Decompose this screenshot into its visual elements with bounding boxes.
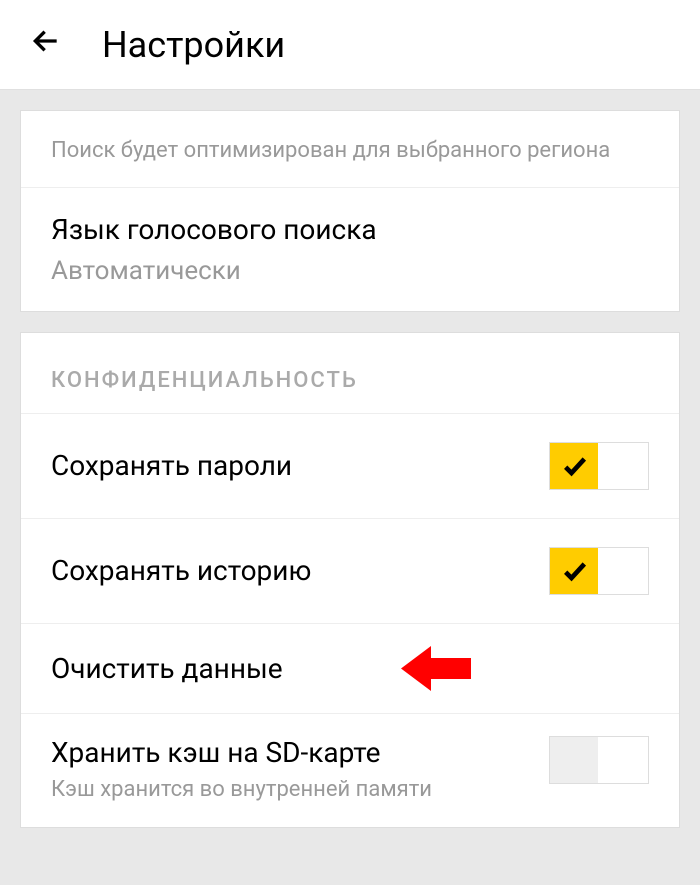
save-history-label: Сохранять историю	[51, 554, 311, 587]
save-passwords-label: Сохранять пароли	[51, 449, 292, 482]
sd-cache-toggle[interactable]	[549, 736, 649, 784]
toggle-on-indicator	[550, 443, 600, 489]
checkmark-icon	[561, 557, 589, 585]
app-header: Настройки	[0, 0, 700, 90]
sd-cache-label: Хранить кэш на SD-карте	[51, 736, 432, 769]
save-passwords-toggle[interactable]	[549, 442, 649, 490]
save-passwords-row[interactable]: Сохранять пароли	[21, 414, 679, 519]
voice-search-title: Язык голосового поиска	[51, 213, 649, 246]
voice-search-value: Автоматически	[51, 256, 649, 286]
toggle-handle	[598, 737, 648, 783]
region-hint-text: Поиск будет оптимизирован для выбранного…	[21, 111, 679, 188]
privacy-settings-card: КОНФИДЕНЦИАЛЬНОСТЬ Сохранять пароли Сохр…	[20, 332, 680, 828]
save-history-toggle[interactable]	[549, 547, 649, 595]
voice-search-language-item[interactable]: Язык голосового поиска Автоматически	[21, 188, 679, 311]
sd-cache-sublabel: Кэш хранится во внутренней памяти	[51, 777, 432, 802]
toggle-off-indicator	[550, 737, 600, 783]
privacy-section-header: КОНФИДЕНЦИАЛЬНОСТЬ	[21, 333, 679, 414]
toggle-handle	[598, 548, 648, 594]
content-area: Поиск будет оптимизирован для выбранного…	[0, 110, 700, 828]
search-settings-card: Поиск будет оптимизирован для выбранного…	[20, 110, 680, 312]
checkmark-icon	[561, 452, 589, 480]
sd-cache-row[interactable]: Хранить кэш на SD-карте Кэш хранится во …	[21, 714, 679, 827]
sd-cache-label-container: Хранить кэш на SD-карте Кэш хранится во …	[51, 736, 432, 802]
save-history-row[interactable]: Сохранять историю	[21, 519, 679, 624]
page-title: Настройки	[102, 24, 285, 66]
back-arrow-icon[interactable]	[30, 25, 62, 65]
toggle-on-indicator	[550, 548, 600, 594]
annotation-arrow-icon	[401, 641, 471, 696]
clear-data-label: Очистить данные	[51, 652, 283, 685]
clear-data-row[interactable]: Очистить данные	[21, 624, 679, 714]
toggle-handle	[598, 443, 648, 489]
